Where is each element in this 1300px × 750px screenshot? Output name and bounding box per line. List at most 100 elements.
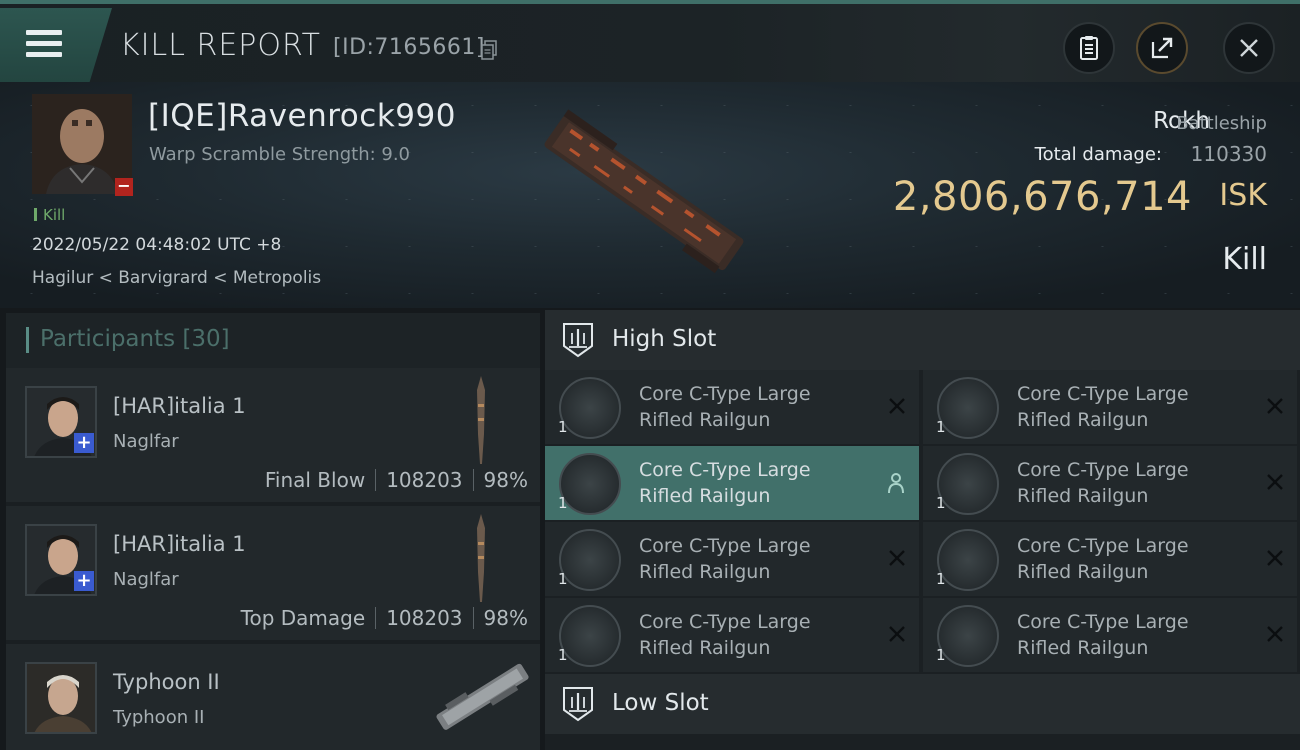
railgun-icon bbox=[937, 529, 999, 591]
isk-unit: ISK bbox=[1219, 178, 1267, 213]
participant-ship-image bbox=[477, 514, 485, 602]
railgun-icon bbox=[937, 605, 999, 667]
participant-ship: Typhoon II bbox=[113, 707, 205, 728]
participant-ship: Naglfar bbox=[113, 569, 179, 590]
module-item[interactable]: 1 Core C-Type Large Rifled Railgun bbox=[545, 522, 919, 596]
close-icon bbox=[1240, 39, 1258, 57]
participants-header[interactable]: Participants [30] bbox=[6, 313, 540, 368]
person-icon bbox=[888, 473, 904, 494]
participant-row[interactable]: + [HAR]italia 1 Naglfar Final Blow 108203… bbox=[6, 368, 540, 502]
participant-percent: 98% bbox=[483, 606, 528, 630]
module-item[interactable]: 1 Core C-Type Large Rifled Railgun bbox=[545, 446, 919, 520]
participants-panel: Participants [30] + [HAR]italia 1 Naglfa… bbox=[6, 313, 540, 750]
participant-damage: 108203 bbox=[386, 606, 463, 630]
avatar bbox=[25, 662, 97, 734]
kill-location[interactable]: Hagilur < Barvigrard < Metropolis bbox=[32, 268, 321, 288]
participant-damage: 108203 bbox=[386, 468, 463, 492]
low-slot-title: Low Slot bbox=[612, 690, 709, 716]
module-item[interactable]: 1 Core C-Type Large Rifled Railgun bbox=[545, 598, 919, 672]
participant-stats: Final Blow 108203 98% bbox=[265, 468, 528, 492]
railgun-icon bbox=[937, 453, 999, 515]
hamburger-menu-icon[interactable] bbox=[26, 30, 62, 58]
x-icon bbox=[1267, 626, 1283, 642]
x-icon bbox=[1267, 550, 1283, 566]
victim-summary: − [IQE]Ravenrock990 Warp Scramble Streng… bbox=[0, 82, 1300, 308]
kill-result: Kill bbox=[1222, 242, 1267, 277]
plus-badge: + bbox=[74, 571, 94, 591]
total-damage-value: 110330 bbox=[1190, 142, 1267, 166]
railgun-icon bbox=[559, 605, 621, 667]
x-icon bbox=[1267, 474, 1283, 490]
participant-ship-image bbox=[477, 376, 485, 464]
module-name: Core C-Type Large Rifled Railgun bbox=[1017, 459, 1189, 507]
menu-button[interactable] bbox=[0, 8, 112, 82]
isk-value: 2,806,676,714 bbox=[892, 174, 1192, 220]
x-icon bbox=[889, 550, 905, 566]
victim-ship-render bbox=[544, 109, 744, 274]
module-quantity: 1 bbox=[558, 646, 568, 664]
plus-badge: + bbox=[74, 433, 94, 453]
module-item[interactable]: 1 Core C-Type Large Rifled Railgun bbox=[923, 446, 1297, 520]
module-quantity: 1 bbox=[558, 418, 568, 436]
accent-bar bbox=[26, 327, 29, 353]
module-quantity: 1 bbox=[936, 418, 946, 436]
kill-datetime: 2022/05/22 04:48:02 UTC +8 bbox=[32, 235, 282, 255]
participant-name: [HAR]italia 1 bbox=[113, 532, 246, 556]
module-name: Core C-Type Large Rifled Railgun bbox=[639, 459, 811, 507]
participant-ship-image bbox=[436, 663, 529, 730]
participant-name: [HAR]italia 1 bbox=[113, 394, 246, 418]
module-name: Core C-Type Large Rifled Railgun bbox=[639, 383, 811, 431]
participant-row[interactable]: + [HAR]italia 1 Naglfar Top Damage 108203… bbox=[6, 506, 540, 640]
module-quantity: 1 bbox=[936, 646, 946, 664]
participant-ship: Naglfar bbox=[113, 431, 179, 452]
warp-scramble-strength: Warp Scramble Strength: 9.0 bbox=[149, 144, 411, 165]
participant-name: Typhoon II bbox=[113, 670, 220, 694]
module-name: Core C-Type Large Rifled Railgun bbox=[1017, 383, 1189, 431]
participant-stats: Top Damage 108203 98% bbox=[241, 606, 528, 630]
module-name: Core C-Type Large Rifled Railgun bbox=[639, 611, 811, 659]
x-icon bbox=[1267, 398, 1283, 414]
module-quantity: 1 bbox=[558, 570, 568, 588]
share-button[interactable] bbox=[1136, 22, 1188, 74]
x-icon bbox=[889, 626, 905, 642]
low-slot-header[interactable]: Low Slot bbox=[545, 674, 1300, 734]
participant-role: Top Damage bbox=[240, 606, 366, 630]
railgun-icon bbox=[937, 377, 999, 439]
x-icon bbox=[889, 398, 905, 414]
victim-ship-class: Battleship bbox=[1176, 113, 1267, 134]
module-item[interactable]: 1 Core C-Type Large Rifled Railgun bbox=[545, 370, 919, 444]
page-title: KILL REPORT bbox=[120, 28, 321, 63]
share-icon bbox=[1151, 37, 1173, 59]
total-damage-label: Total damage: bbox=[1034, 144, 1162, 165]
clipboard-icon bbox=[1080, 36, 1098, 60]
module-quantity: 1 bbox=[936, 570, 946, 588]
participant-percent: 98% bbox=[483, 468, 528, 492]
fitting-panel: High Slot 1 Core C-Type Large Rifled Rail… bbox=[545, 310, 1300, 750]
participant-role: Final Blow bbox=[264, 468, 366, 492]
high-slot-title: High Slot bbox=[612, 326, 717, 352]
module-name: Core C-Type Large Rifled Railgun bbox=[1017, 535, 1189, 583]
railgun-icon bbox=[559, 377, 621, 439]
top-bar: KILL REPORT [ID:7165661] bbox=[0, 0, 1300, 82]
report-id: [ID:7165661] bbox=[333, 35, 485, 60]
participant-row[interactable]: Typhoon II Typhoon II bbox=[6, 644, 540, 750]
close-button[interactable] bbox=[1223, 22, 1275, 74]
kill-tag: Kill bbox=[34, 206, 65, 224]
participants-title: Participants [30] bbox=[40, 326, 230, 352]
module-quantity: 1 bbox=[936, 494, 946, 512]
copy-icon[interactable] bbox=[481, 40, 497, 60]
railgun-icon bbox=[559, 529, 621, 591]
high-slot-icon bbox=[563, 323, 593, 358]
module-name: Core C-Type Large Rifled Railgun bbox=[639, 535, 811, 583]
railgun-icon bbox=[559, 453, 621, 515]
module-name: Core C-Type Large Rifled Railgun bbox=[1017, 611, 1189, 659]
clipboard-button[interactable] bbox=[1063, 22, 1115, 74]
module-item[interactable]: 1 Core C-Type Large Rifled Railgun bbox=[923, 370, 1297, 444]
module-quantity: 1 bbox=[558, 494, 568, 512]
victim-name[interactable]: [IQE]Ravenrock990 bbox=[148, 98, 456, 134]
low-slot-icon bbox=[563, 687, 593, 722]
module-item[interactable]: 1 Core C-Type Large Rifled Railgun bbox=[923, 522, 1297, 596]
module-item[interactable]: 1 Core C-Type Large Rifled Railgun bbox=[923, 598, 1297, 672]
minus-badge: − bbox=[115, 178, 133, 196]
high-slot-header[interactable]: High Slot bbox=[545, 310, 1300, 370]
